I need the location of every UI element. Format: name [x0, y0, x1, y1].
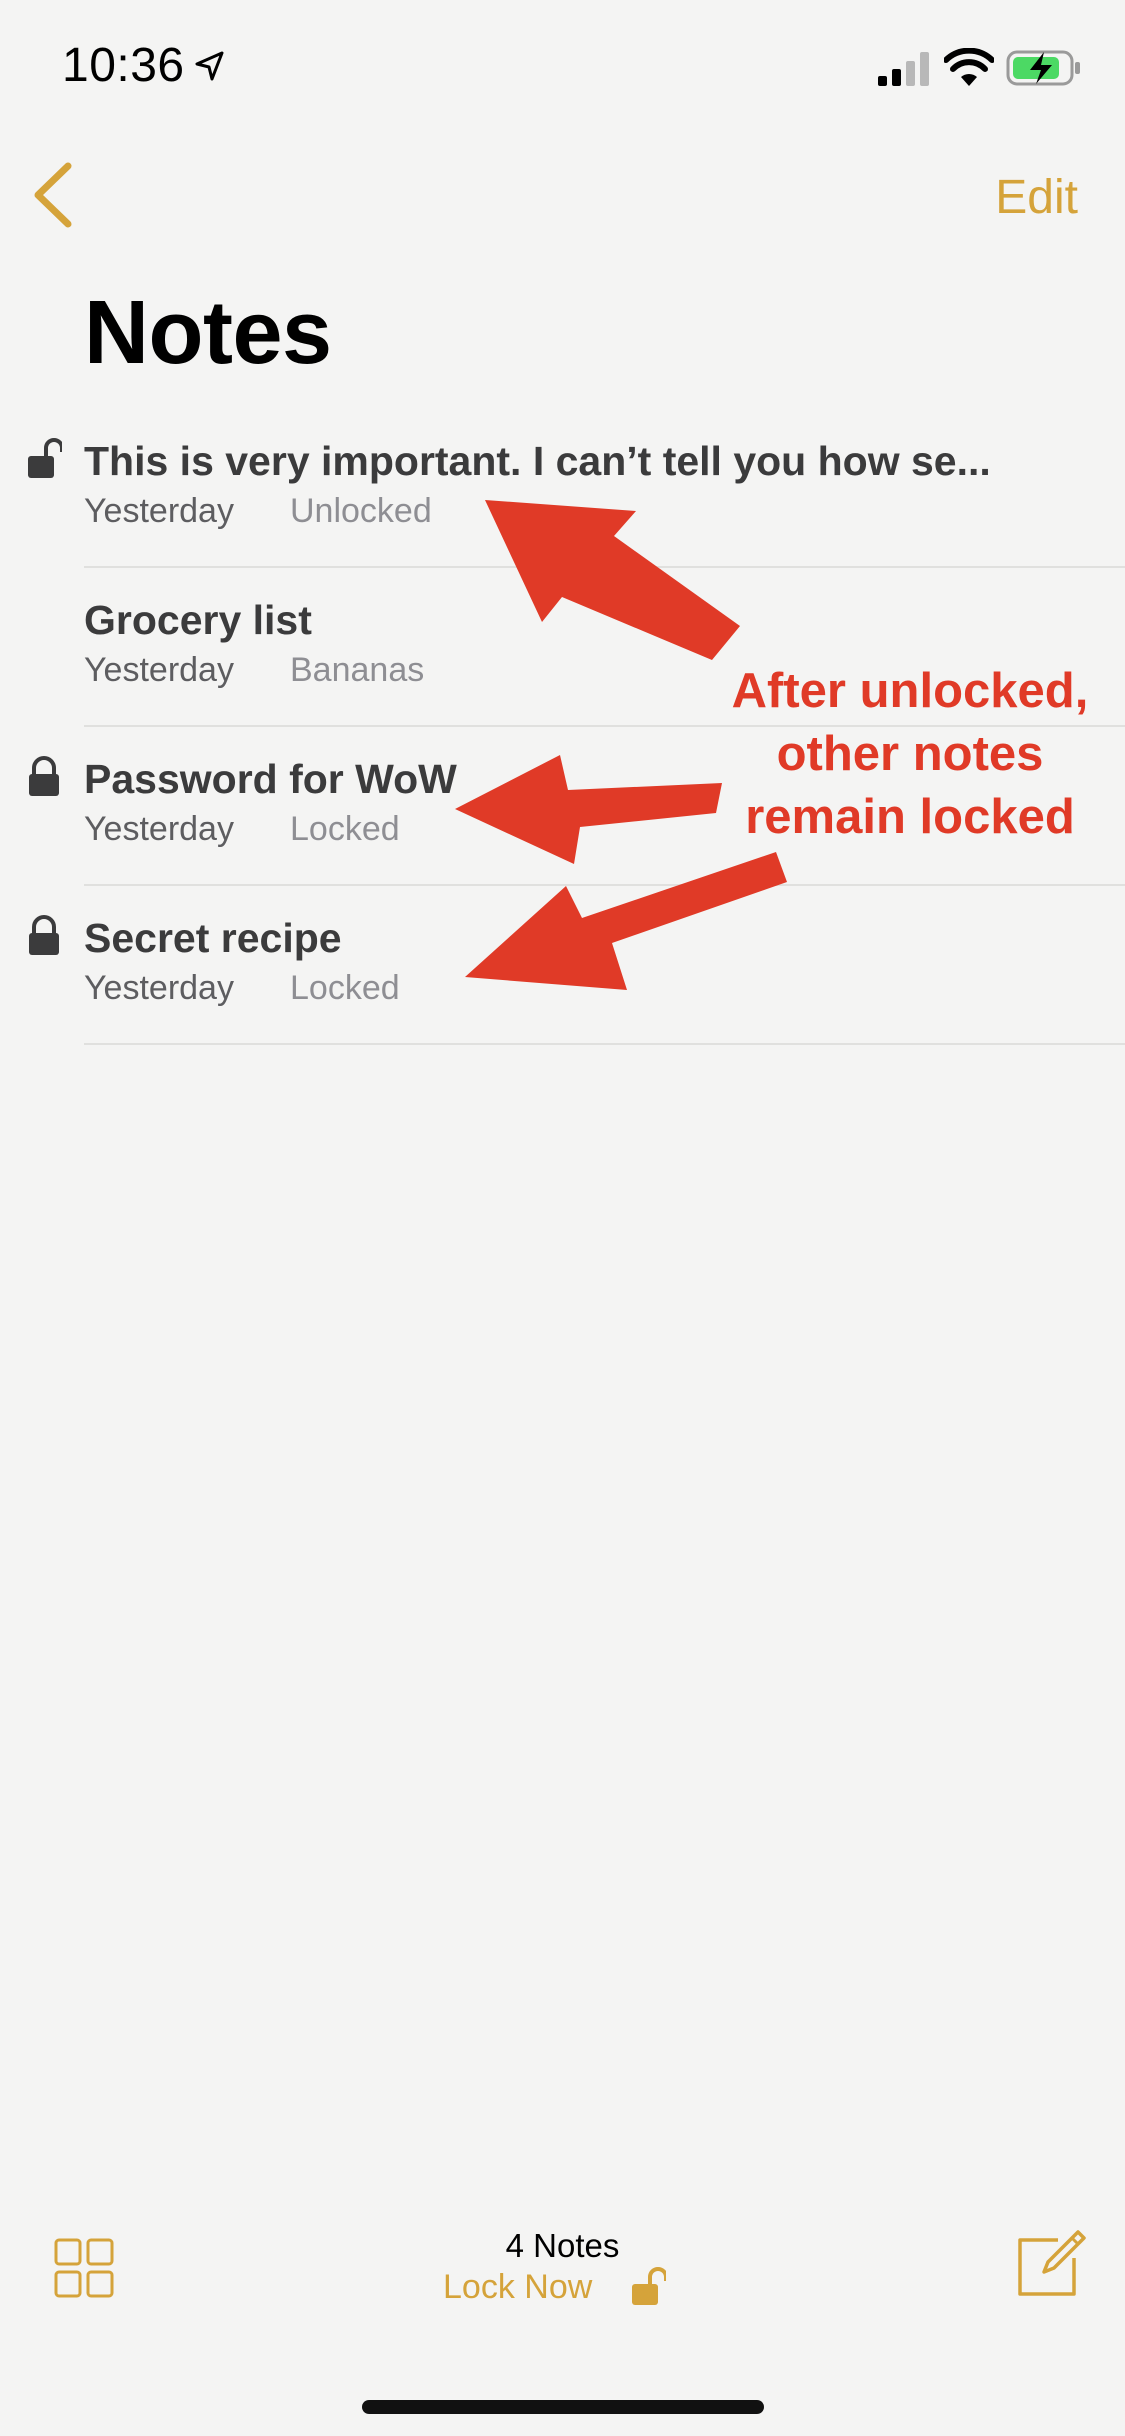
- annotation-text: After unlocked, other notes remain locke…: [690, 660, 1125, 849]
- lock-now-label: Lock Now: [443, 2267, 593, 2306]
- annotation-arrows: [455, 500, 787, 990]
- annotation-arrow-password: [455, 755, 722, 864]
- annotation-arrow-recipe: [465, 852, 787, 990]
- lock-now-button[interactable]: Lock Now: [443, 2267, 667, 2307]
- annotation-line: remain locked: [745, 790, 1075, 844]
- unlocked-padlock-icon: [632, 2267, 667, 2305]
- annotation-line: other notes: [776, 727, 1044, 781]
- compose-icon[interactable]: [1014, 2228, 1086, 2300]
- annotation-line: After unlocked,: [731, 664, 1089, 718]
- note-count: 4 Notes: [505, 2227, 620, 2264]
- annotation-arrow-unlocked: [485, 500, 740, 660]
- home-indicator[interactable]: [362, 2400, 764, 2414]
